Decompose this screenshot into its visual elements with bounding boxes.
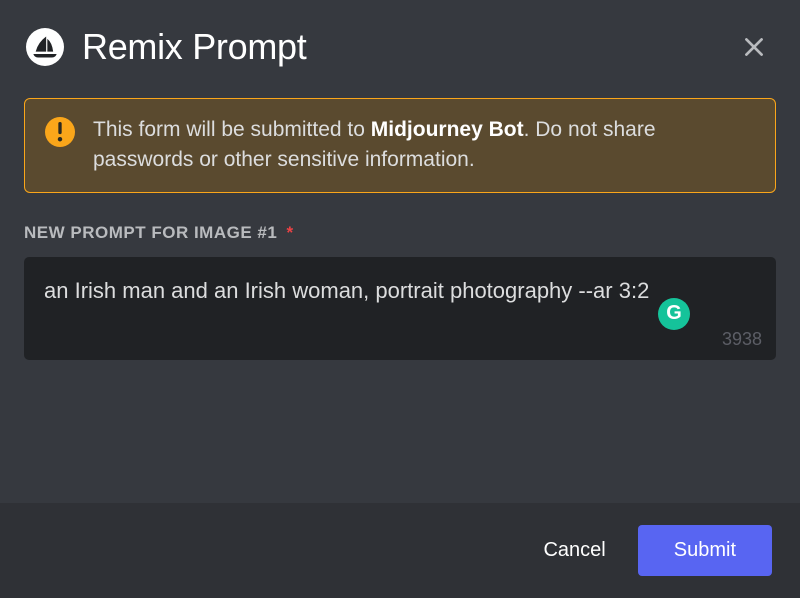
warning-text: This form will be submitted to Midjourne…	[93, 115, 755, 176]
field-label: NEW PROMPT FOR IMAGE #1 *	[24, 223, 776, 243]
field-label-text: NEW PROMPT FOR IMAGE #1	[24, 223, 277, 242]
warning-icon	[45, 117, 75, 147]
submit-button[interactable]: Submit	[638, 525, 772, 576]
cancel-button[interactable]: Cancel	[519, 527, 629, 574]
character-counter: 3938	[722, 329, 762, 350]
warning-banner: This form will be submitted to Midjourne…	[24, 98, 776, 193]
modal-title: Remix Prompt	[82, 26, 736, 68]
grammarly-glyph: G	[666, 302, 682, 325]
modal-footer: Cancel Submit	[0, 503, 800, 598]
modal-header: Remix Prompt	[0, 0, 800, 88]
remix-prompt-modal: Remix Prompt This form will be submitted…	[0, 0, 800, 598]
warning-bot-name: Midjourney Bot	[371, 118, 524, 141]
exclamation-icon	[56, 122, 64, 142]
midjourney-app-icon	[26, 28, 64, 66]
sailboat-icon	[31, 33, 59, 61]
prompt-input-container: G 3938	[24, 257, 776, 360]
prompt-textarea[interactable]	[44, 275, 756, 341]
required-asterisk: *	[287, 223, 294, 242]
close-icon	[741, 34, 767, 60]
warning-prefix: This form will be submitted to	[93, 118, 371, 141]
grammarly-badge-icon[interactable]: G	[658, 298, 690, 330]
modal-body: This form will be submitted to Midjourne…	[0, 88, 800, 503]
close-button[interactable]	[736, 29, 772, 65]
